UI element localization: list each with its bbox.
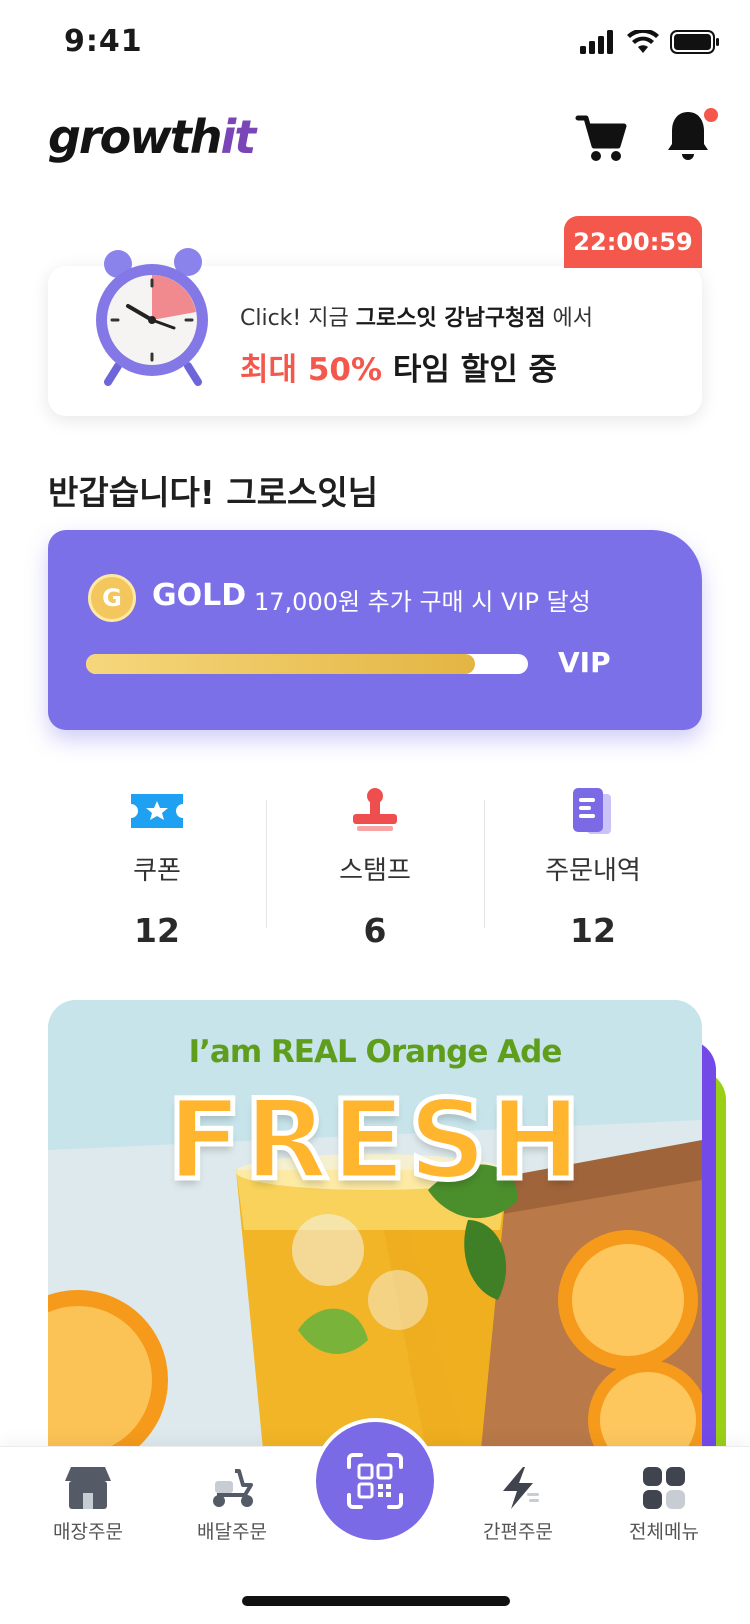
stat-coupon[interactable]: 쿠폰 12	[48, 786, 266, 950]
nav-label: 전체메뉴	[629, 1521, 699, 1543]
stat-order-history[interactable]: 주문내역 12	[484, 786, 702, 950]
membership-card[interactable]: G GOLD 17,000원 추가 구매 시 VIP 달성 VIP	[48, 530, 702, 730]
status-icons	[580, 30, 720, 54]
home-indicator	[242, 1596, 510, 1606]
cart-icon	[575, 115, 627, 161]
nav-all-menu[interactable]: 전체메뉴	[604, 1465, 724, 1544]
app-header: growthit	[0, 100, 750, 180]
nav-quick-order[interactable]: 간편주문	[458, 1465, 578, 1544]
signal-icon	[580, 30, 613, 54]
promo-discount: 최대 50%	[240, 352, 383, 388]
logo-accent-text: it	[220, 110, 256, 164]
notification-button[interactable]	[666, 108, 718, 166]
store-icon	[65, 1467, 111, 1509]
membership-description: 17,000원 추가 구매 시 VIP 달성	[254, 588, 591, 616]
status-bar: 9:41	[0, 0, 750, 88]
cart-button[interactable]	[574, 110, 630, 166]
promo-line-1: Click! 지금 그로스잇 강남구청점 에서	[240, 300, 593, 332]
nav-label: 매장주문	[53, 1521, 123, 1543]
scooter-icon	[213, 1469, 253, 1507]
nav-store-order[interactable]: 매장주문	[28, 1465, 148, 1544]
promo-banner-carousel[interactable]: I’am REAL Orange Ade FRESH	[48, 1000, 728, 1490]
promo-store-name: 그로스잇 강남구청점	[355, 306, 546, 331]
status-time: 9:41	[64, 24, 143, 59]
alarm-clock-icon	[96, 248, 208, 386]
stat-value: 12	[570, 911, 616, 950]
battery-icon	[670, 30, 719, 54]
countdown-timer: 22:00:59	[564, 216, 702, 268]
promo-banner[interactable]: I’am REAL Orange Ade FRESH	[48, 1000, 702, 1460]
stat-value: 6	[363, 911, 387, 950]
app-logo[interactable]: growthit	[48, 110, 256, 164]
promo-line-2: 최대 50% 타임 할인 중	[240, 344, 557, 389]
stat-value: 12	[134, 911, 180, 950]
stat-stamp[interactable]: 스탬프 6	[266, 786, 484, 950]
stat-label: 쿠폰	[133, 856, 181, 886]
membership-target-grade: VIP	[558, 646, 611, 679]
stats-row: 쿠폰 12 스탬프 6 주문내역 12	[48, 786, 702, 950]
promo-prefix: Click! 지금	[240, 306, 356, 331]
lightning-icon	[503, 1467, 539, 1509]
order-history-icon	[573, 788, 611, 834]
nav-label: 배달주문	[197, 1521, 267, 1543]
stat-label: 주문내역	[545, 856, 641, 886]
qr-scan-button[interactable]	[316, 1422, 434, 1540]
logo-main-text: growth	[48, 110, 222, 164]
banner-eyebrow: I’am REAL Orange Ade	[188, 1034, 563, 1070]
wifi-icon	[627, 30, 659, 53]
banner-title: FRESH	[164, 1074, 584, 1207]
promo-discount-text: 타임 할인 중	[382, 352, 558, 388]
grid-menu-icon	[643, 1467, 685, 1509]
notification-badge	[704, 108, 718, 122]
stamp-icon	[353, 788, 397, 831]
greeting-text: 반갑습니다! 그로스잇님	[48, 473, 379, 512]
membership-progress-bar	[86, 654, 528, 674]
membership-grade: GOLD	[152, 578, 247, 613]
membership-progress-fill	[86, 654, 475, 674]
qr-code-icon	[347, 1453, 403, 1509]
grade-coin-icon: G	[88, 574, 136, 622]
promo-suffix: 에서	[545, 306, 594, 331]
nav-label: 간편주문	[483, 1521, 553, 1543]
coupon-icon	[131, 794, 183, 828]
nav-delivery-order[interactable]: 배달주문	[172, 1465, 292, 1544]
stat-label: 스탬프	[339, 856, 411, 886]
